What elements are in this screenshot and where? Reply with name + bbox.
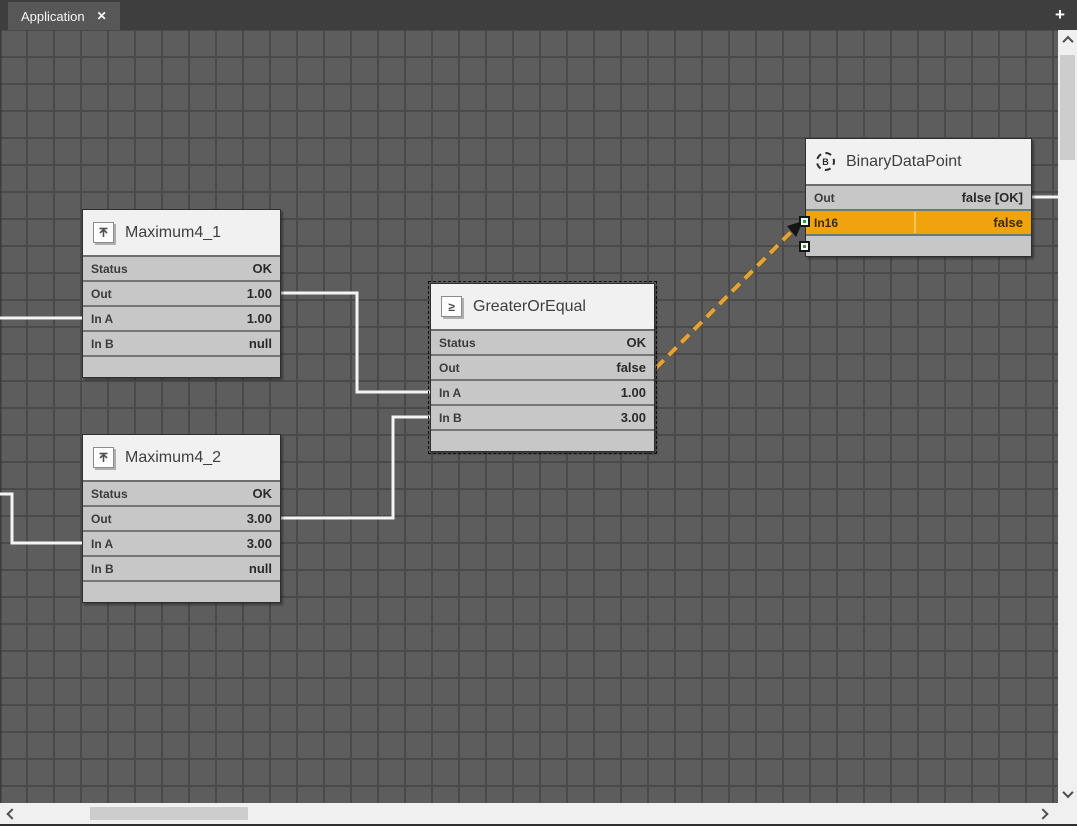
horizontal-scrollbar-thumb[interactable] — [90, 807, 248, 820]
slot-value: 3.00 — [247, 511, 272, 526]
slot-value: false — [616, 360, 646, 375]
vertical-scrollbar-thumb[interactable] — [1060, 55, 1075, 160]
slot-label: In B — [91, 562, 114, 576]
slot-row-status[interactable]: Status OK — [83, 257, 280, 282]
tab-application[interactable]: Application ✕ — [8, 2, 120, 30]
block-title: Maximum4_1 — [125, 224, 221, 242]
block-title: GreaterOrEqual — [473, 298, 586, 316]
slot-row-inb[interactable]: In B null — [83, 557, 280, 582]
block-title: Maximum4_2 — [125, 449, 221, 467]
block-greaterorequal[interactable]: ≥ GreaterOrEqual Status OK Out false In … — [430, 283, 655, 452]
chevron-left-icon — [6, 808, 17, 819]
tab-bar: Application ✕ + — [0, 0, 1077, 30]
slot-label: Out — [439, 361, 460, 375]
maximum-icon — [93, 447, 114, 468]
chevron-up-icon — [1062, 35, 1073, 46]
slot-value: OK — [253, 261, 273, 276]
wire-maximum4_2-out-to-greaterorequal-inb[interactable] — [275, 417, 436, 518]
slot-value: null — [249, 561, 272, 576]
slot-label: Status — [439, 336, 476, 350]
wire-greaterorequal-out-to-binarydatapoint-in16-selected[interactable] — [656, 226, 797, 368]
slot-value: 1.00 — [247, 311, 272, 326]
binary-data-point-icon: B — [816, 152, 835, 171]
maximum-icon — [93, 222, 114, 243]
link-endpoint-handle[interactable] — [799, 241, 810, 252]
block-header[interactable]: ≥ GreaterOrEqual — [431, 284, 654, 331]
slot-value: 3.00 — [621, 410, 646, 425]
slot-row-out[interactable]: Out 3.00 — [83, 507, 280, 532]
block-header[interactable]: Maximum4_2 — [83, 435, 280, 482]
slot-label: In B — [439, 411, 462, 425]
slot-value: 1.00 — [621, 385, 646, 400]
slot-row-status[interactable]: Status OK — [83, 482, 280, 507]
slot-row-inb[interactable]: In B null — [83, 332, 280, 357]
block-binarydatapoint[interactable]: B BinaryDataPoint Out false [OK] In16 fa… — [805, 138, 1032, 257]
scroll-left-button[interactable] — [2, 804, 21, 823]
add-tab-button[interactable]: + — [1050, 3, 1070, 27]
slot-row-status[interactable]: Status OK — [431, 331, 654, 356]
close-icon[interactable]: ✕ — [97, 9, 107, 23]
slot-row-inb[interactable]: In B 3.00 — [431, 406, 654, 431]
block-maximum4-1[interactable]: Maximum4_1 Status OK Out 1.00 In A 1.00 … — [82, 209, 281, 378]
slot-value: false — [993, 215, 1023, 230]
slot-row-ina[interactable]: In A 1.00 — [431, 381, 654, 406]
block-header[interactable]: Maximum4_1 — [83, 210, 280, 257]
wire-left-to-maximum4_2-ina[interactable] — [0, 494, 88, 543]
tab-label: Application — [21, 9, 85, 24]
slot-label: Out — [814, 191, 835, 205]
block-title: BinaryDataPoint — [846, 153, 962, 171]
chevron-down-icon — [1062, 786, 1073, 797]
block-header[interactable]: B BinaryDataPoint — [806, 139, 1031, 186]
scroll-up-button[interactable] — [1058, 30, 1077, 49]
block-maximum4-2[interactable]: Maximum4_2 Status OK Out 3.00 In A 3.00 … — [82, 434, 281, 603]
wire-maximum4_1-out-to-greaterorequal-ina[interactable] — [275, 293, 436, 392]
slot-value: 1.00 — [247, 286, 272, 301]
slot-row-out[interactable]: Out 1.00 — [83, 282, 280, 307]
scroll-right-button[interactable] — [1033, 804, 1052, 823]
chevron-right-icon — [1037, 808, 1048, 819]
slot-value: OK — [627, 335, 647, 350]
slot-row-out[interactable]: Out false — [431, 356, 654, 381]
slot-label: Status — [91, 262, 128, 276]
slot-row-ina[interactable]: In A 3.00 — [83, 532, 280, 557]
wiresheet-canvas[interactable]: Maximum4_1 Status OK Out 1.00 In A 1.00 … — [0, 30, 1058, 803]
slot-label: Out — [91, 512, 112, 526]
slot-label: In16 — [814, 216, 838, 230]
block-footer — [83, 357, 280, 377]
slot-label: In B — [91, 337, 114, 351]
slot-value: null — [249, 336, 272, 351]
slot-value: 3.00 — [247, 536, 272, 551]
slot-label: In A — [439, 386, 461, 400]
slot-row-ina[interactable]: In A 1.00 — [83, 307, 280, 332]
slot-label: In A — [91, 537, 113, 551]
slot-row-in16-highlighted[interactable]: In16 false — [806, 211, 1031, 236]
block-footer — [806, 236, 1031, 256]
slot-value: OK — [253, 486, 273, 501]
vertical-scrollbar[interactable] — [1058, 30, 1077, 803]
greater-or-equal-icon: ≥ — [441, 296, 462, 317]
block-footer — [83, 582, 280, 602]
slot-label: In A — [91, 312, 113, 326]
slot-value: false [OK] — [962, 190, 1023, 205]
horizontal-scrollbar[interactable] — [0, 803, 1077, 824]
slot-label: Status — [91, 487, 128, 501]
link-endpoint-handle[interactable] — [799, 216, 810, 227]
block-footer — [431, 431, 654, 451]
slot-label: Out — [91, 287, 112, 301]
slot-row-out[interactable]: Out false [OK] — [806, 186, 1031, 211]
scroll-down-button[interactable] — [1058, 784, 1077, 803]
